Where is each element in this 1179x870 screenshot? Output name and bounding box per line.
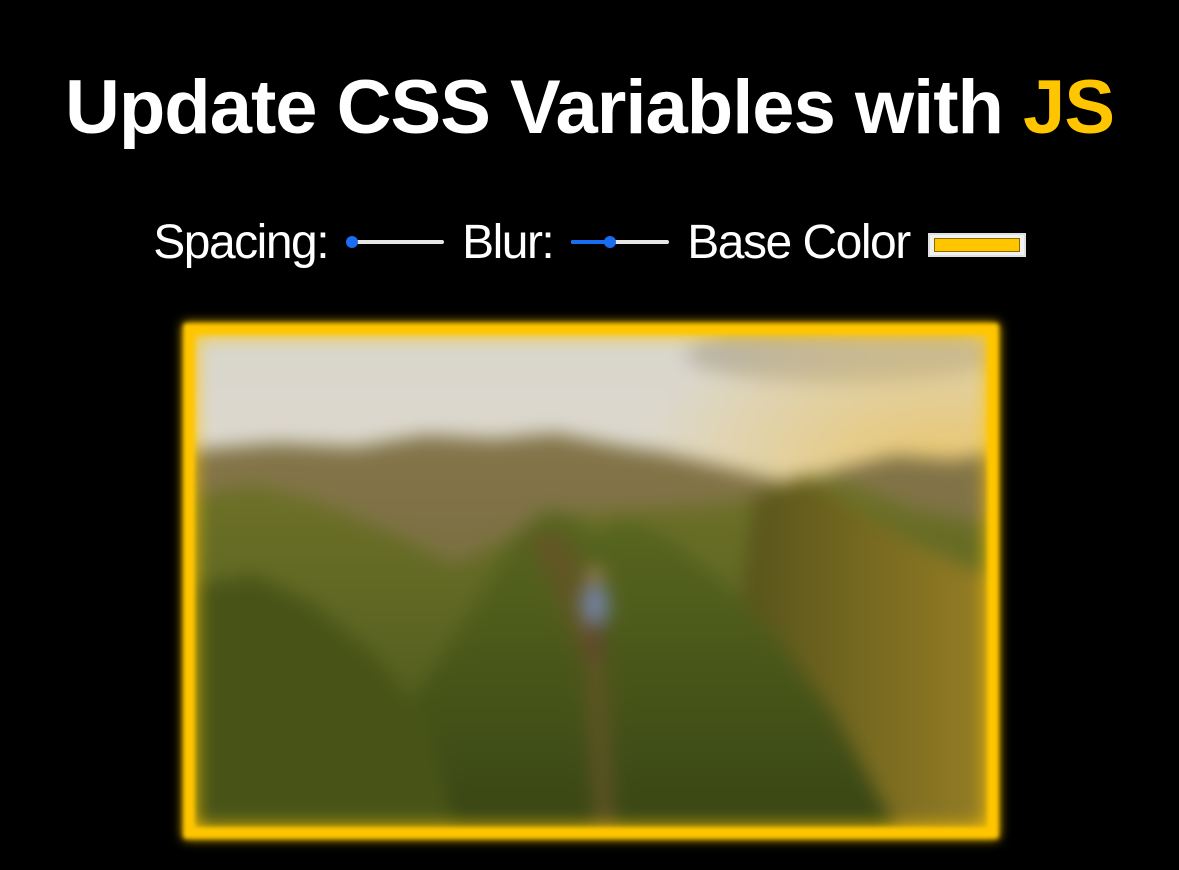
- blur-slider[interactable]: [571, 236, 670, 248]
- blur-slider-thumb[interactable]: [604, 236, 617, 248]
- spacing-slider-track: [346, 240, 445, 244]
- title-highlight: JS: [1023, 65, 1115, 150]
- page-title: Update CSS Variables with JS: [0, 58, 1179, 158]
- blur-label: Blur:: [462, 215, 555, 269]
- spacing-slider[interactable]: [346, 236, 445, 248]
- base-color-label: Base Color: [687, 215, 911, 269]
- spacing-label: Spacing:: [153, 215, 329, 269]
- title-text: Update CSS Variables with: [64, 65, 1024, 150]
- base-color-picker[interactable]: [927, 233, 1026, 257]
- base-color-swatch: [933, 238, 1020, 252]
- controls-bar: Spacing: Blur: Base Color: [0, 212, 1179, 272]
- photo-frame: [183, 323, 999, 839]
- mountain-ridge-image: [195, 335, 987, 827]
- spacing-slider-thumb[interactable]: [346, 236, 359, 248]
